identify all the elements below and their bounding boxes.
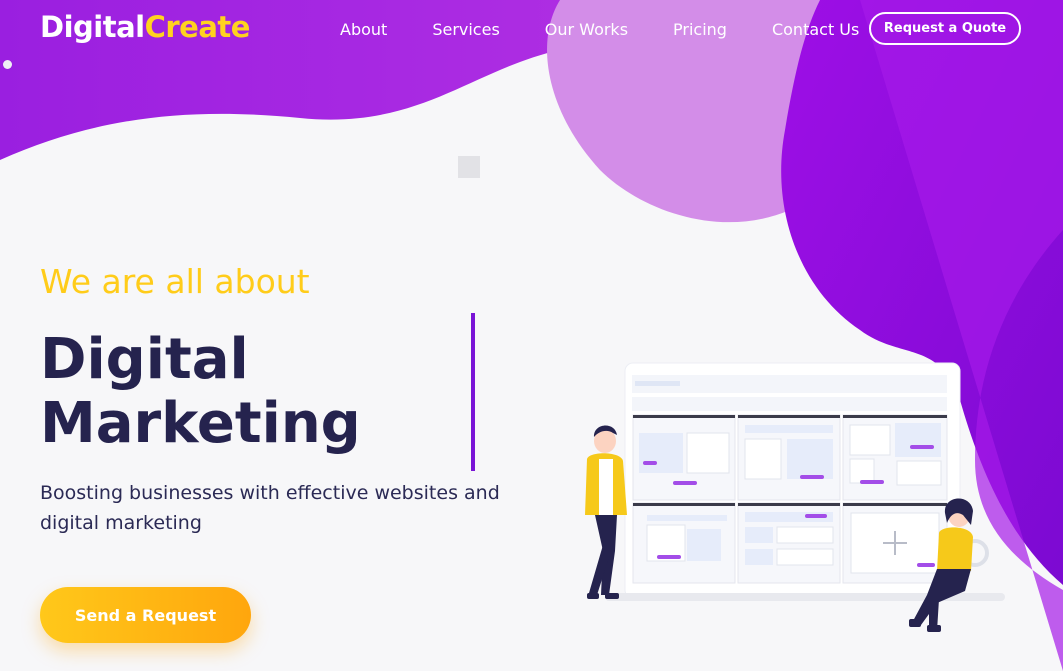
nav-link-our-works[interactable]: Our Works (545, 20, 628, 39)
request-quote-button[interactable]: Request a Quote (869, 12, 1021, 45)
hero-kicker: We are all about (40, 262, 310, 301)
nav-links: About Services Our Works Pricing Contact… (340, 20, 859, 39)
accent-divider (471, 313, 475, 471)
decor-square (458, 156, 480, 178)
brand-logo[interactable]: DigitalCreate (40, 10, 250, 44)
brand-logo-part2: Create (144, 10, 251, 44)
hero-subtitle: Boosting businesses with effective websi… (40, 482, 500, 534)
nav-link-about[interactable]: About (340, 20, 387, 39)
top-navbar: DigitalCreate About Services Our Works P… (0, 0, 1063, 60)
brand-logo-part1: Digital (40, 10, 145, 44)
nav-link-contact-us[interactable]: Contact Us (772, 20, 859, 39)
send-request-button[interactable]: Send a Request (40, 587, 251, 643)
decor-dot (3, 60, 12, 69)
man-figure-image (585, 425, 627, 599)
hero-headline-line2: Marketing (40, 391, 361, 456)
nav-link-services[interactable]: Services (432, 20, 499, 39)
hero-headline: Digital Marketing (40, 328, 361, 456)
hero-illustration (585, 362, 1005, 632)
nav-link-pricing[interactable]: Pricing (673, 20, 727, 39)
hero-headline-line1: Digital (40, 327, 249, 392)
